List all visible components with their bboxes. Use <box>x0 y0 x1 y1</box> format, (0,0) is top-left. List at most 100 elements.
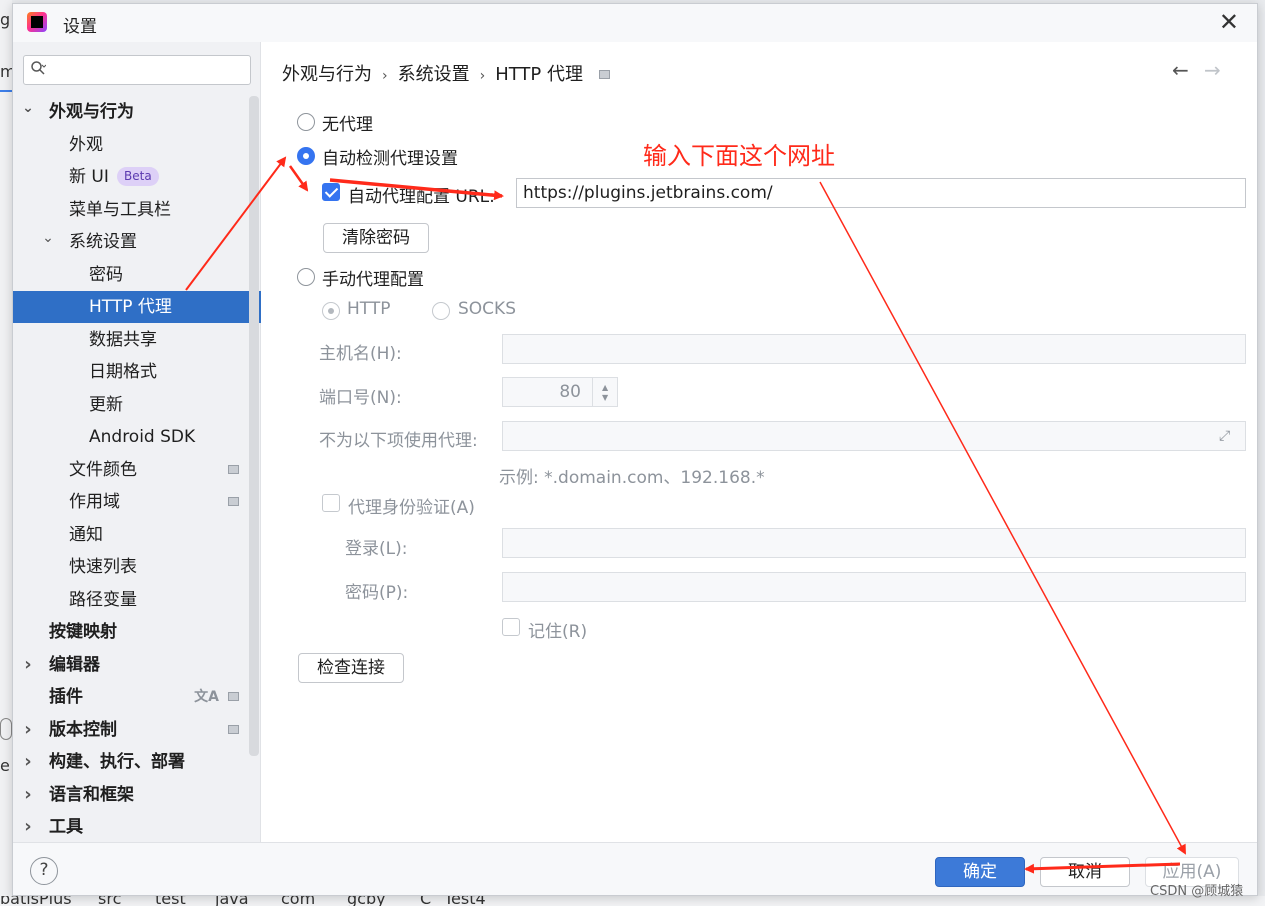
sidebar-item[interactable]: 日期格式 <box>13 356 261 388</box>
chevron-right-icon[interactable]: › <box>21 811 35 843</box>
remember-label: 记住(R) <box>528 622 588 642</box>
breadcrumb-separator-icon: › <box>479 68 486 84</box>
auto-config-url-label: 自动代理配置 URL: <box>348 187 495 207</box>
port-stepper[interactable]: ▲ ▼ <box>592 378 618 406</box>
sidebar-item[interactable]: 数据共享 <box>13 324 261 356</box>
search-box[interactable] <box>23 55 251 85</box>
remember-checkbox[interactable] <box>502 618 520 636</box>
cancel-button[interactable]: 取消 <box>1040 857 1130 887</box>
auto-config-url-checkbox[interactable] <box>322 183 340 201</box>
sidebar-item-label: 菜单与工具栏 <box>69 199 171 220</box>
chevron-down-icon[interactable]: ⌄ <box>21 92 35 124</box>
login-input[interactable] <box>502 528 1246 558</box>
bg-fragment: e <box>0 756 10 775</box>
sidebar-item[interactable]: › 编辑器 <box>13 649 261 681</box>
expand-icon[interactable]: ⤢ <box>1219 428 1230 444</box>
manual-proxy-radio[interactable] <box>297 268 315 286</box>
sidebar-item-label: 日期格式 <box>89 362 157 382</box>
sidebar-item[interactable]: 插件 文A <box>13 681 261 713</box>
sidebar-item[interactable]: 按键映射 <box>13 616 261 648</box>
watermark: CSDN @顾城猿 <box>1150 884 1244 899</box>
port-label: 端口号(N): <box>319 388 402 408</box>
status-path-item: java <box>215 896 249 906</box>
settings-sidebar: ⌄ 外观与行为 外观新 UI Beta 菜单与工具栏 ⌄ 系统设置 密码 HTTP 代理 数据共享… <box>13 42 261 842</box>
breadcrumb-item[interactable]: 外观与行为 <box>282 64 372 85</box>
sidebar-item[interactable]: 新 UI Beta <box>13 161 261 193</box>
sidebar-item-label: 版本控制 <box>49 719 117 740</box>
sidebar-item[interactable]: › 版本控制 <box>13 714 261 746</box>
dialog-title: 设置 <box>63 17 97 37</box>
sidebar-item-label: 密码 <box>89 264 123 285</box>
bg-fragment: g <box>0 10 11 29</box>
sidebar-item-label: 编辑器 <box>49 654 100 675</box>
background-status-bar: batisPlus src test java com gcby C Test4 <box>0 896 1265 906</box>
sidebar-item[interactable]: 作用域 <box>13 486 261 518</box>
host-input[interactable] <box>502 334 1246 364</box>
socks-radio[interactable] <box>432 302 450 320</box>
sidebar-item[interactable]: HTTP 代理 <box>13 291 261 323</box>
breadcrumb-item[interactable]: 系统设置 <box>398 64 470 85</box>
breadcrumb: 外观与行为 › 系统设置 › HTTP 代理 <box>282 60 611 86</box>
project-scope-icon <box>228 692 239 701</box>
sidebar-item[interactable]: 密码 <box>13 259 261 291</box>
sidebar-item[interactable]: › 语言和框架 <box>13 779 261 811</box>
back-arrow-icon[interactable]: ← <box>1172 58 1189 82</box>
password-input[interactable] <box>502 572 1246 602</box>
sidebar-item-label: 数据共享 <box>89 329 157 350</box>
auto-config-url-input[interactable] <box>516 178 1246 208</box>
project-scope-icon <box>228 724 239 734</box>
chevron-right-icon[interactable]: › <box>21 746 35 778</box>
no-proxy-for-input[interactable] <box>502 421 1246 451</box>
sidebar-item[interactable]: 更新 <box>13 389 261 421</box>
password-label: 密码(P): <box>345 583 409 603</box>
breadcrumb-separator-icon: › <box>382 68 388 84</box>
forward-arrow-icon[interactable]: → <box>1204 58 1221 82</box>
manual-proxy-label: 手动代理配置 <box>322 270 424 290</box>
chevron-right-icon[interactable]: › <box>21 779 35 811</box>
sidebar-item[interactable]: 菜单与工具栏 <box>13 194 261 226</box>
check-connection-button[interactable]: 检查连接 <box>298 653 404 683</box>
breadcrumb-item: HTTP 代理 <box>495 64 584 85</box>
sidebar-item[interactable]: 路径变量 <box>13 584 261 616</box>
http-radio[interactable] <box>322 302 340 320</box>
proxy-auth-checkbox[interactable] <box>322 494 340 512</box>
close-button[interactable]: ✕ <box>1219 8 1239 36</box>
sidebar-item-label: 快速列表 <box>69 557 137 577</box>
sidebar-item[interactable]: 外观 <box>13 129 261 161</box>
sidebar-item-label: 文件颜色 <box>69 459 137 480</box>
no-proxy-radio[interactable] <box>297 113 315 131</box>
dialog-footer: ? 确定 取消 应用(A) <box>13 842 1257 895</box>
sidebar-item[interactable]: 快速列表 <box>13 551 261 583</box>
sidebar-item-label: 构建、执行、部署 <box>49 752 185 772</box>
sidebar-item[interactable]: 通知 <box>13 519 261 551</box>
search-input[interactable] <box>54 59 244 81</box>
status-path-item: batisPlus <box>0 896 72 906</box>
sidebar-item[interactable]: › 工具 <box>13 811 261 843</box>
stepper-down-icon: ▼ <box>602 393 609 402</box>
help-button[interactable]: ? <box>30 857 58 885</box>
sidebar-item[interactable]: ⌄ 系统设置 <box>13 226 261 258</box>
sidebar-item[interactable]: ⌄ 外观与行为 <box>13 96 261 128</box>
sidebar-item-label: 外观 <box>69 134 103 155</box>
sidebar-item-label: 语言和框架 <box>49 784 134 805</box>
sidebar-item-label: 插件 <box>49 687 83 707</box>
no-proxy-example: 示例: *.domain.com、192.168.* <box>499 468 765 488</box>
title-bar: 设置 ✕ <box>13 4 1257 42</box>
sidebar-item-label: 作用域 <box>69 492 120 512</box>
ok-button[interactable]: 确定 <box>935 857 1025 887</box>
sidebar-scrollbar[interactable] <box>249 96 259 756</box>
sidebar-item[interactable]: 文件颜色 <box>13 454 261 486</box>
sidebar-item[interactable]: › 构建、执行、部署 <box>13 746 261 778</box>
chevron-right-icon[interactable]: › <box>21 714 35 746</box>
sidebar-item-label: Android SDK <box>89 427 196 447</box>
sidebar-item[interactable]: Android SDK <box>13 421 261 453</box>
status-path-item: com <box>281 896 316 906</box>
chevron-right-icon[interactable]: › <box>21 649 35 681</box>
settings-dialog: 设置 ✕ ⌄ 外观与行为 外观新 UI Beta 菜单与工具栏 ⌄ 系统设置 密码 HTTP 代… <box>12 3 1258 896</box>
chevron-down-icon[interactable]: ⌄ <box>41 222 55 254</box>
clear-password-button[interactable]: 清除密码 <box>323 223 429 253</box>
sidebar-item-label: 系统设置 <box>69 232 137 252</box>
login-label: 登录(L): <box>345 539 408 559</box>
background-ide-strip: g m e <box>0 0 16 906</box>
auto-detect-radio[interactable] <box>297 147 315 165</box>
